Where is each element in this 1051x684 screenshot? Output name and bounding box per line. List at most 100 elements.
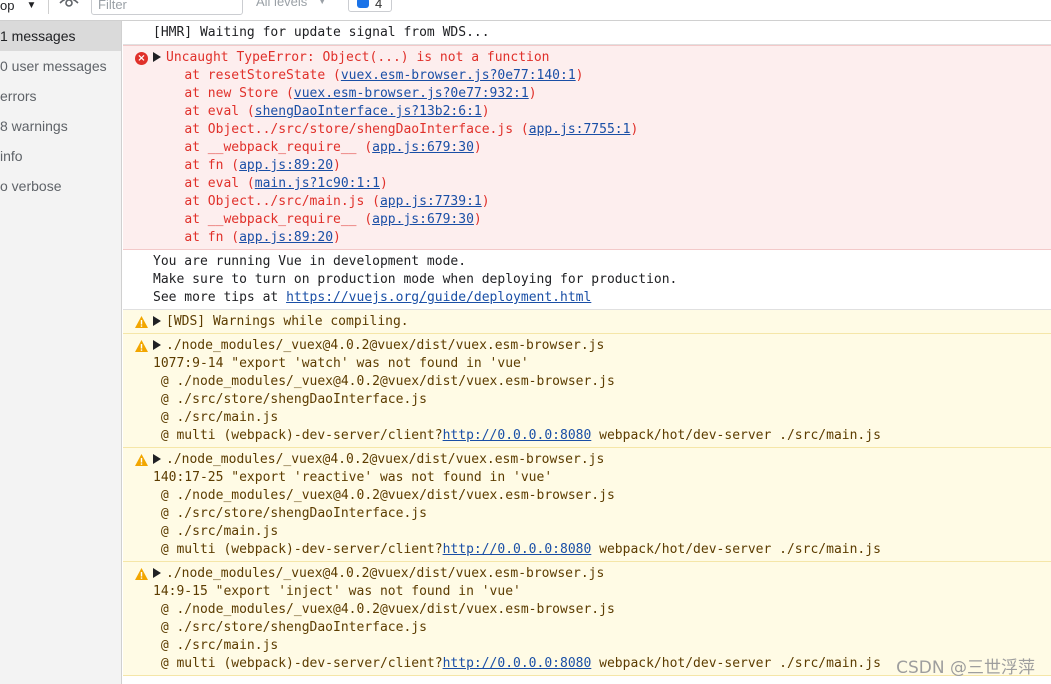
stack-frame-text: at new Store ( (184, 86, 294, 101)
stack-frame-text: at eval ( (184, 176, 255, 191)
stack-frame-link[interactable]: main.js?1c90:1:1 (255, 176, 380, 191)
stack-frame-text: ) (481, 104, 490, 119)
warning-multi-text: webpack/hot/dev-server ./src/main.js (591, 428, 881, 443)
warning-multi-text: @ multi (webpack)-dev-server/client? (153, 428, 443, 443)
warning-require: @ ./node_modules/_vuex@4.0.2@vuex/dist/v… (153, 488, 615, 503)
console-message-warning: ./node_modules/_vuex@4.0.2@vuex/dist/vue… (123, 334, 1051, 448)
stack-frame-text: at resetStoreState ( (184, 68, 341, 83)
sidebar-item-user-messages[interactable]: 0 user messages (0, 51, 121, 81)
sidebar-item-label: errors (0, 88, 37, 104)
dev-server-link[interactable]: http://0.0.0.0:8080 (443, 542, 592, 557)
warning-icon (135, 454, 148, 466)
sidebar-item-label: info (0, 148, 23, 164)
warning-require: @ ./src/store/shengDaoInterface.js (153, 506, 427, 521)
eye-icon[interactable] (58, 0, 80, 10)
stack-frame-text: at fn ( (184, 158, 240, 173)
stack-frame-link[interactable]: app.js:679:30 (372, 212, 474, 227)
sidebar-item-messages[interactable]: 1 messages (0, 21, 121, 51)
console-message-hmr: [HMR] Waiting for update signal from WDS… (123, 21, 1051, 45)
message-text: You are running Vue in development mode. (153, 254, 467, 269)
toolbar-divider (48, 0, 49, 14)
warning-title-row[interactable]: ./node_modules/_vuex@4.0.2@vuex/dist/vue… (153, 337, 1051, 355)
warning-multi-text: @ multi (webpack)-dev-server/client? (153, 542, 443, 557)
warning-title-row[interactable]: ./node_modules/_vuex@4.0.2@vuex/dist/vue… (153, 565, 1051, 583)
console-sidebar: 1 messages 0 user messages errors 8 warn… (0, 21, 122, 684)
stack-frame-link[interactable]: shengDaoInterface.js?13b2:6:1 (255, 104, 482, 119)
warning-require: @ ./node_modules/_vuex@4.0.2@vuex/dist/v… (153, 602, 615, 617)
stack-frame-text: at eval ( (184, 104, 255, 119)
stack-frame-link[interactable]: app.js:89:20 (239, 158, 333, 173)
stack-frame-link[interactable]: app.js:89:20 (239, 230, 333, 245)
message-text: Make sure to turn on production mode whe… (153, 272, 678, 287)
csdn-watermark: CSDN @三世浮萍 (896, 658, 1035, 678)
expand-triangle-icon[interactable] (153, 316, 161, 326)
issues-button[interactable]: 4 (348, 0, 392, 12)
warning-multi-row: @ multi (webpack)-dev-server/client?http… (153, 541, 1051, 559)
chevron-down-icon: ▼ (317, 0, 328, 7)
console-message-wds-warning: [WDS] Warnings while compiling. (123, 310, 1051, 334)
console-message-warning: ./node_modules/_vuex@4.0.2@vuex/dist/vue… (123, 448, 1051, 562)
warning-title-row[interactable]: ./node_modules/_vuex@4.0.2@vuex/dist/vue… (153, 451, 1051, 469)
filter-input[interactable] (91, 0, 243, 15)
sidebar-item-warnings[interactable]: 8 warnings (0, 111, 121, 141)
warning-multi-row: @ multi (webpack)-dev-server/client?http… (153, 427, 1051, 445)
warning-require: @ ./src/store/shengDaoInterface.js (153, 392, 427, 407)
sidebar-item-info[interactable]: info (0, 141, 121, 171)
stack-frame: at Object../src/store/shengDaoInterface.… (153, 121, 1051, 139)
stack-frame: at __webpack_require__ (app.js:679:30) (153, 139, 1051, 157)
stack-frame-link[interactable]: vuex.esm-browser.js?0e77:140:1 (341, 68, 576, 83)
console-message-error: × Uncaught TypeError: Object(...) is not… (123, 45, 1051, 250)
stack-frame-text: ) (481, 194, 490, 209)
message-text: See more tips at (153, 290, 287, 305)
stack-frame: at fn (app.js:89:20) (153, 157, 1051, 175)
sidebar-item-verbose[interactable]: o verbose (0, 171, 121, 201)
expand-triangle-icon[interactable] (153, 52, 161, 62)
message-text: [HMR] Waiting for update signal from WDS… (153, 25, 490, 40)
stack-frame-text: ) (630, 122, 639, 137)
stack-frame-link[interactable]: vuex.esm-browser.js?0e77:932:1 (294, 86, 529, 101)
warning-multi-text: webpack/hot/dev-server ./src/main.js (591, 542, 881, 557)
dev-server-link[interactable]: http://0.0.0.0:8080 (443, 656, 592, 671)
stack-frame-text: ) (333, 158, 341, 173)
log-levels-dropdown[interactable]: All levels ▼ (256, 0, 327, 9)
chevron-down-icon: ▼ (26, 0, 37, 11)
warning-title-row[interactable]: [WDS] Warnings while compiling. (153, 313, 1051, 331)
dev-server-link[interactable]: http://0.0.0.0:8080 (443, 428, 592, 443)
console-toolbar: op ▼ All levels ▼ 4 (0, 0, 1051, 21)
warning-title: [WDS] Warnings while compiling. (166, 314, 409, 329)
issues-count: 4 (375, 0, 383, 11)
sidebar-item-label: 1 messages (0, 28, 76, 44)
error-title-row[interactable]: Uncaught TypeError: Object(...) is not a… (153, 49, 1051, 67)
stack-frame-text: at __webpack_require__ ( (184, 140, 373, 155)
stack-frame: at eval (shengDaoInterface.js?13b2:6:1) (153, 103, 1051, 121)
sidebar-item-label: o verbose (0, 178, 62, 194)
stack-frame-link[interactable]: app.js:7755:1 (529, 122, 631, 137)
message-bubble-icon (357, 0, 369, 8)
stack-frame-text: ) (473, 140, 482, 155)
expand-triangle-icon[interactable] (153, 568, 161, 578)
stack-frame-text: ) (528, 86, 537, 101)
warning-require: @ ./src/store/shengDaoInterface.js (153, 620, 427, 635)
warning-icon (135, 316, 148, 328)
stack-frame-text: at Object../src/main.js ( (184, 194, 380, 209)
warning-module: ./node_modules/_vuex@4.0.2@vuex/dist/vue… (166, 566, 605, 581)
expand-triangle-icon[interactable] (153, 340, 161, 350)
warning-detail: 14:9-15 "export 'inject' was not found i… (153, 584, 521, 599)
sidebar-item-errors[interactable]: errors (0, 81, 121, 111)
message-text-row: See more tips at https://vuejs.org/guide… (153, 289, 1051, 307)
warning-require: @ ./node_modules/_vuex@4.0.2@vuex/dist/v… (153, 374, 615, 389)
console-output: [HMR] Waiting for update signal from WDS… (123, 21, 1051, 684)
warning-require: @ ./src/main.js (153, 410, 279, 425)
context-selector[interactable]: op ▼ (0, 0, 36, 14)
stack-frame-text: ) (380, 176, 388, 191)
stack-frame-text: ) (473, 212, 482, 227)
expand-triangle-icon[interactable] (153, 454, 161, 464)
stack-frame-text: at __webpack_require__ ( (184, 212, 373, 227)
warning-icon (135, 340, 148, 352)
stack-frame-text: ) (575, 68, 584, 83)
vue-deployment-link[interactable]: https://vuejs.org/guide/deployment.html (286, 290, 591, 305)
stack-frame-link[interactable]: app.js:7739:1 (380, 194, 482, 209)
stack-frame-text: at fn ( (184, 230, 240, 245)
error-title: Uncaught TypeError: Object(...) is not a… (166, 50, 550, 65)
stack-frame-link[interactable]: app.js:679:30 (372, 140, 474, 155)
